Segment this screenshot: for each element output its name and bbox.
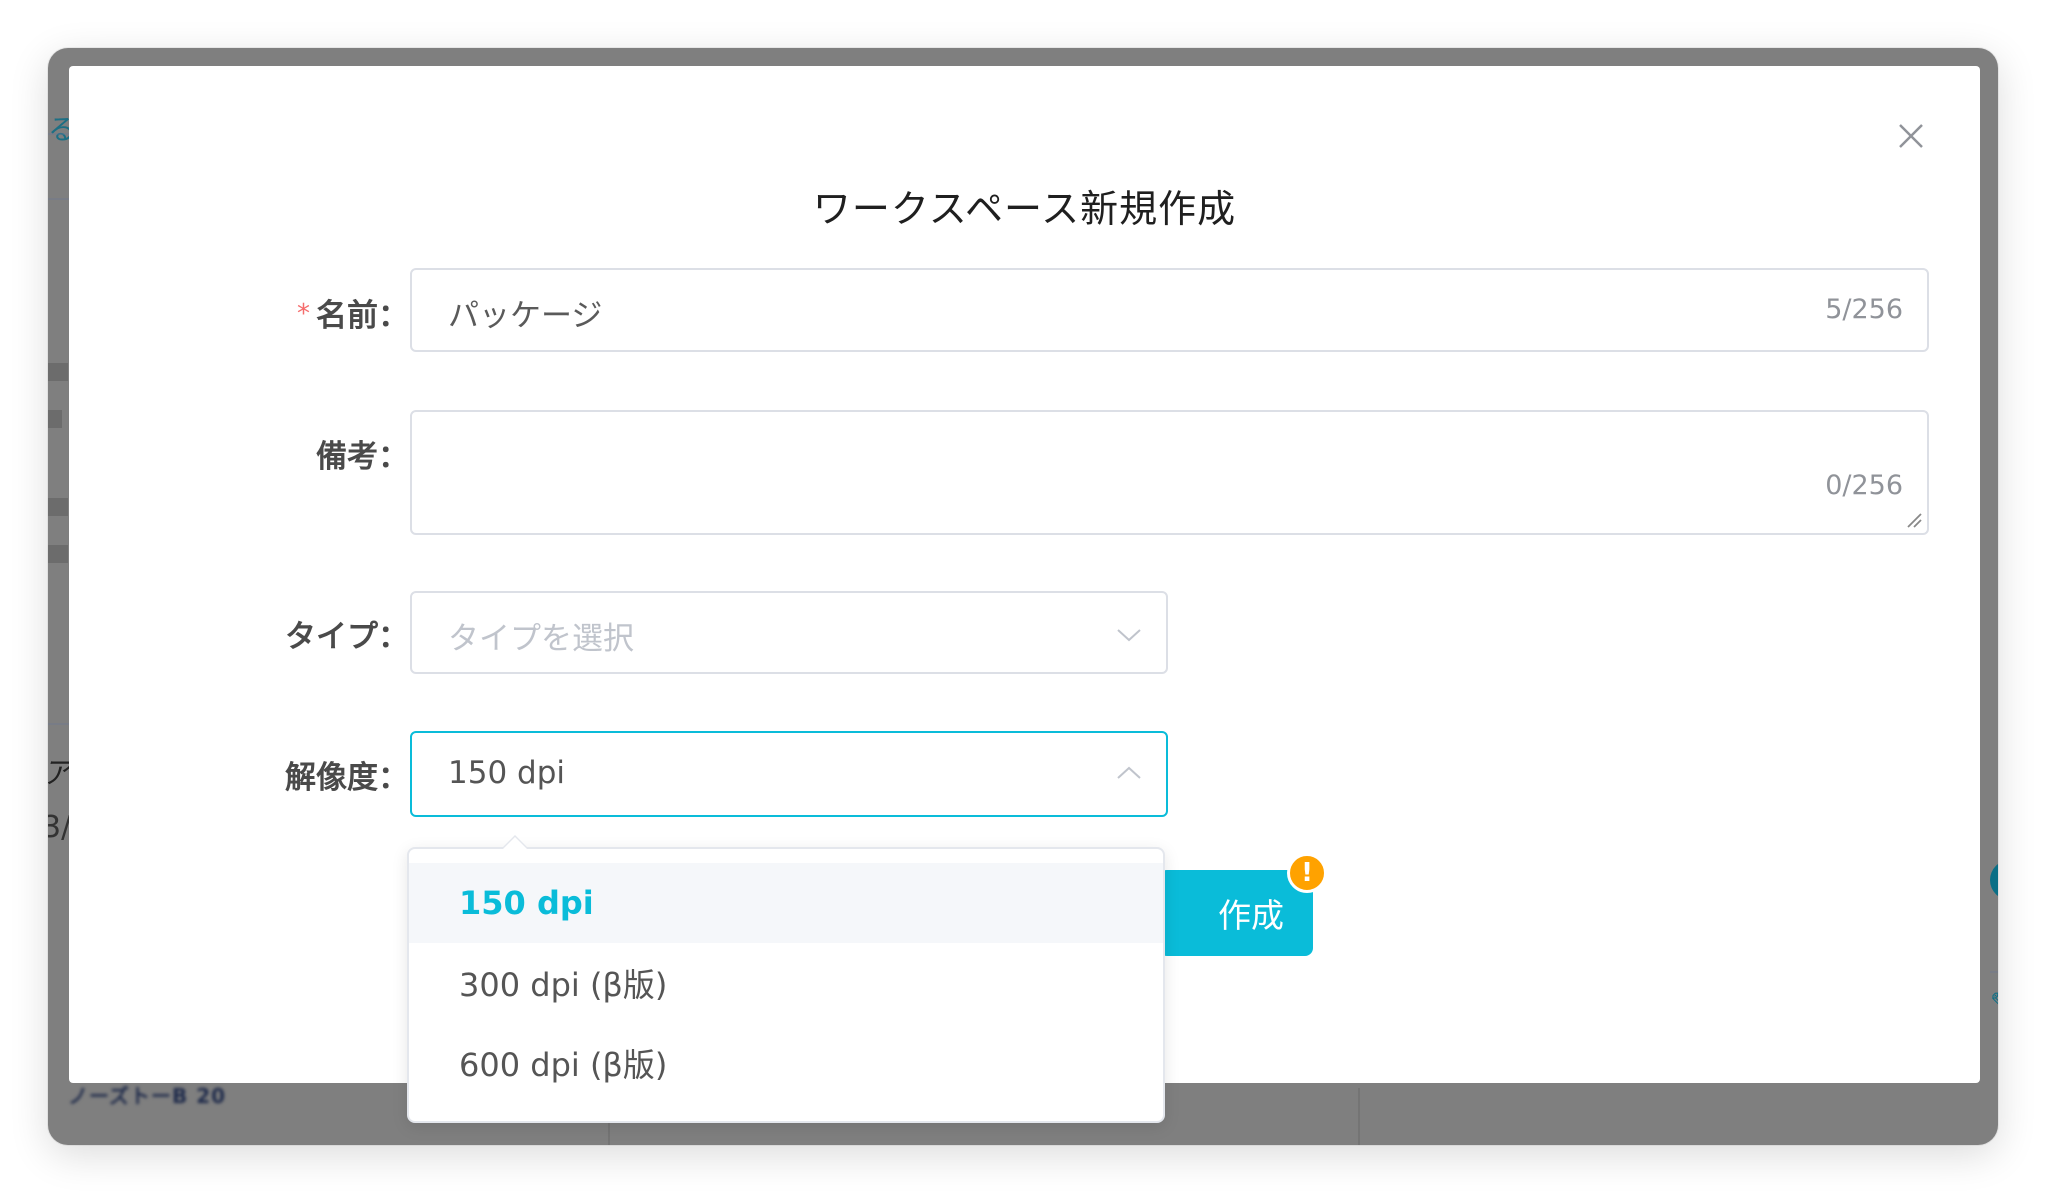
type-select[interactable]: タイプを選択 [410,591,1168,674]
note-label: 備考： [316,439,409,475]
resize-handle-icon[interactable] [1905,511,1923,529]
name-label: * 名前： [109,290,409,335]
resolution-dropdown: 150 dpi 300 dpi (β版) 600 dpi (β版) [407,835,1165,1123]
warning-badge-icon: ! [1287,853,1327,893]
background-divider [1358,1088,1360,1145]
option-label: 300 dpi (β版) [459,966,668,1004]
type-select-placeholder: タイプを選択 [448,621,634,657]
close-button[interactable] [1897,122,1925,150]
option-label: 600 dpi (β版) [459,1046,668,1084]
chevron-down-icon [1117,629,1141,642]
note-textarea[interactable]: 0/256 [410,410,1929,535]
close-icon [1899,124,1923,148]
edit-icon: ✎ [1990,988,1998,1018]
resolution-label: 解像度： [285,760,409,796]
name-label-text: 名前： [316,298,409,334]
dropdown-pointer [501,835,529,849]
chevron-up-icon [1117,766,1141,779]
background-text: 3/ [48,810,72,845]
type-label: タイプ： [285,619,409,655]
background-block [48,498,68,516]
dialog-title: ワークスペース新規作成 [812,187,1237,231]
background-block [48,363,68,381]
resolution-select-value: 150 dpi [448,755,565,791]
background-block [48,410,62,428]
resolution-option[interactable]: 600 dpi (β版) [409,1023,1163,1103]
name-input[interactable]: パッケージ 5/256 [410,268,1929,352]
name-input-value: パッケージ [448,298,603,334]
background-footer-text: ノーズトーB 20 [68,1084,227,1108]
note-char-counter: 0/256 [1825,470,1903,501]
background-block [48,545,68,563]
background-divider [1990,971,1998,973]
resolution-option[interactable]: 300 dpi (β版) [409,943,1163,1023]
required-mark: * [297,299,310,329]
resolution-select[interactable]: 150 dpi [410,731,1168,817]
background-avatar [1990,860,1998,900]
create-button-label: 作成 [1218,896,1284,935]
option-label: 150 dpi [459,884,594,922]
resolution-option[interactable]: 150 dpi [409,863,1163,943]
name-char-counter: 5/256 [1825,294,1903,325]
